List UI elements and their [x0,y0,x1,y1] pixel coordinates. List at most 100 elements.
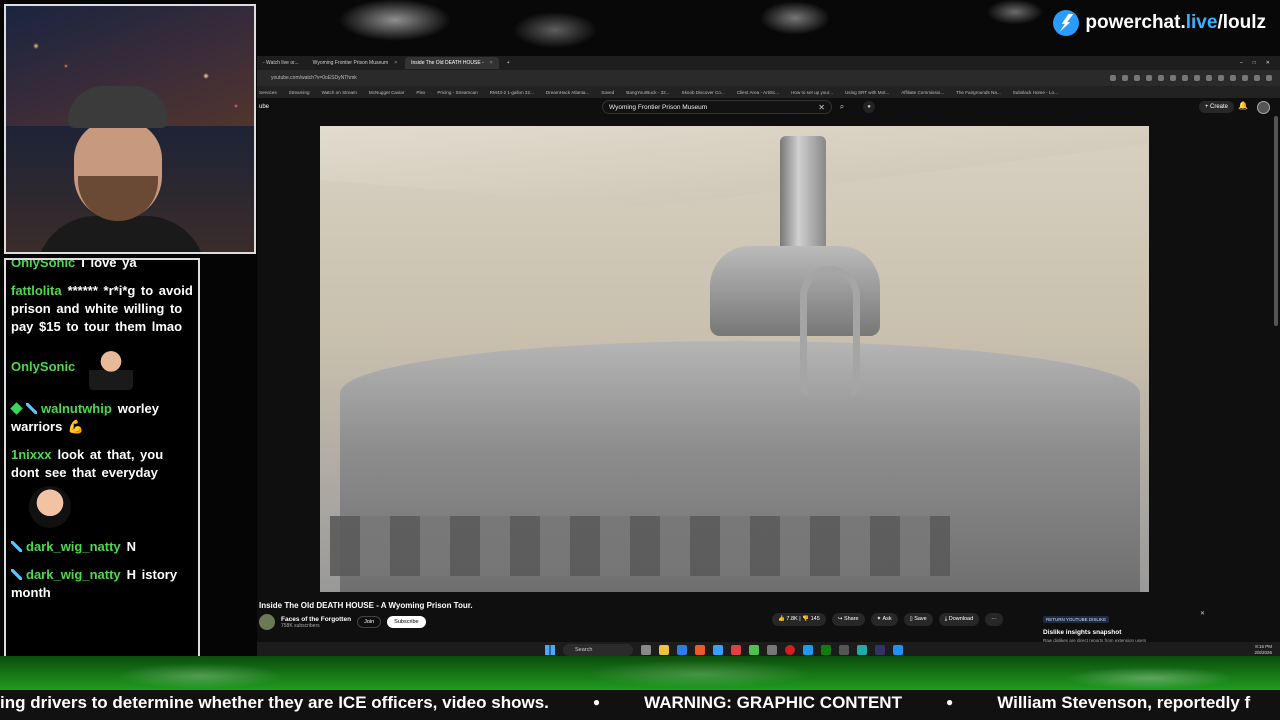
bookmark-item[interactable]: Services [259,90,277,95]
app-icon[interactable] [803,645,813,655]
app-icon[interactable] [875,645,885,655]
maximize-icon[interactable]: □ [1253,60,1256,66]
chat-message: dark_wig_natty H istory month [11,566,194,602]
browser-tab[interactable]: - Watch live or... [257,57,305,69]
bookmark-item[interactable]: How to set up your... [791,90,833,95]
sword-badge-icon [11,569,22,580]
window-controls: – □ ✕ [1240,60,1280,66]
extension-icon[interactable] [1266,75,1272,81]
clear-search-icon[interactable]: ✕ [818,103,825,112]
subscribe-button[interactable]: Subscribe [387,616,426,628]
emote-image [29,486,71,528]
extension-icon[interactable] [1110,75,1116,81]
extension-icon[interactable] [1254,75,1260,81]
bookmark-item[interactable]: The Fairgrounds Na... [956,90,1001,95]
bookmark-item[interactable]: Watch on Stream [322,90,357,95]
download-button[interactable]: ⤓ Download [938,613,980,626]
chat-text: N [126,539,137,554]
app-icon[interactable] [839,645,849,655]
bell-icon[interactable]: 🔔 [1238,101,1248,110]
app-icon[interactable] [893,645,903,655]
new-tab-button[interactable]: + [501,57,516,69]
sword-badge-icon [26,403,37,414]
return-youtube-dislike-panel: RETURN YOUTUBE DISLIKE Dislike insights … [1043,608,1205,643]
record-icon[interactable] [785,645,795,655]
video-player[interactable] [320,126,1149,592]
windows-start-icon[interactable] [545,645,555,655]
bookmark-item[interactable]: Affiliate Commissio... [901,90,944,95]
video-title: Inside The Old DEATH HOUSE - A Wyoming P… [259,601,473,610]
bookmark-item[interactable]: BangYourBuck - 32... [626,90,669,95]
extension-icon[interactable] [1182,75,1188,81]
bookmark-item[interactable]: Subslack Home - Lo... [1013,90,1058,95]
share-button[interactable]: ↪ Share [831,613,865,626]
address-bar[interactable]: youtube.com/watch?v=0oESDyNThmk [257,70,1280,86]
search-icon[interactable]: ⌕ [835,100,849,114]
bookmark-item[interactable]: Using SRT with Mot... [845,90,889,95]
extension-icon[interactable] [1134,75,1140,81]
bookmark-item[interactable]: DreamHack Atlanta... [546,90,589,95]
browser-tab[interactable]: Wyoming Frontier Prison Museum × [307,57,403,69]
ask-button[interactable]: ✦ Ask [870,613,898,626]
subscriber-count: 758K subscribers [281,622,320,629]
avatar[interactable] [1257,101,1270,114]
chat-username: walnutwhip [41,401,112,416]
youtube-logo[interactable]: ube [259,104,269,110]
brave-icon[interactable] [695,645,705,655]
sword-badge-icon [11,541,22,552]
task-view-icon[interactable] [641,645,651,655]
url-text: youtube.com/watch?v=0oESDyNThmk [271,75,357,81]
brand-suffix: /loulz [1217,12,1266,33]
app-icon[interactable] [749,645,759,655]
create-button[interactable]: + Create [1198,101,1234,113]
extension-icon[interactable] [1122,75,1128,81]
like-dislike-button[interactable]: 👍 7.8K | 👎 145 [772,613,826,626]
search-input[interactable]: Wyoming Frontier Prison Museum ✕ [602,100,832,114]
extension-icon[interactable] [1146,75,1152,81]
save-button[interactable]: ▯ Save [903,613,933,626]
file-explorer-icon[interactable] [659,645,669,655]
youtube-header: ube Wyoming Frontier Prison Museum ✕ ⌕ ●… [257,98,1280,116]
close-window-icon[interactable]: ✕ [1266,60,1270,66]
extension-icon[interactable] [1230,75,1236,81]
close-icon[interactable]: × [394,60,397,66]
close-icon[interactable]: × [490,60,493,66]
extension-icon[interactable] [1206,75,1212,81]
bookmark-item[interactable]: Skoob Discover Co... [682,90,725,95]
bookmark-item[interactable]: Client Area - ArtiSc... [737,90,779,95]
bookmark-item[interactable]: Pricing - Streamcan [437,90,477,95]
extension-icon[interactable] [1170,75,1176,81]
browser-tab-active[interactable]: Inside The Old DEATH HOUSE - × [405,57,499,69]
channel-avatar[interactable] [259,614,275,630]
more-options-icon[interactable]: ··· [985,613,1003,626]
bookmark-item[interactable]: Saved [601,90,614,95]
lightning-bolt-icon [1053,10,1080,36]
search-value: Wyoming Frontier Prison Museum [609,103,708,111]
bookmark-item[interactable]: Streaming [289,90,310,95]
app-icon[interactable] [767,645,777,655]
download-icon: ⤓ [944,616,948,622]
extension-icon[interactable] [1218,75,1224,81]
microphone-icon[interactable]: ● [863,101,875,113]
chat-message: fattlolita ****** *r*i*g to avoid prison … [11,282,194,336]
extension-icon[interactable] [1242,75,1248,81]
app-icon[interactable] [731,645,741,655]
xbox-icon[interactable] [821,645,831,655]
bookmark-item[interactable]: Plex [416,90,425,95]
taskbar-search[interactable]: Search [563,644,633,656]
scrollbar[interactable] [1274,116,1278,326]
channel-name[interactable]: Faces of the Forgotten [281,616,351,623]
edge-icon[interactable] [677,645,687,655]
app-icon[interactable] [857,645,867,655]
app-icon[interactable] [713,645,723,655]
extension-icon[interactable] [1158,75,1164,81]
extension-icon[interactable] [1194,75,1200,81]
bookmark-item[interactable]: RM43-2 1-gallon 32... [490,90,534,95]
chat-username: OnlySonic [11,359,76,375]
system-clock[interactable]: 8:16 PM 2/8/2026 [1254,644,1272,656]
close-icon[interactable]: ✕ [1200,610,1205,617]
sparkle-icon: ✦ [876,616,882,622]
minimize-icon[interactable]: – [1240,60,1243,66]
join-button[interactable]: Join [357,616,382,628]
bookmark-item[interactable]: McNugget Caviar [369,90,405,95]
